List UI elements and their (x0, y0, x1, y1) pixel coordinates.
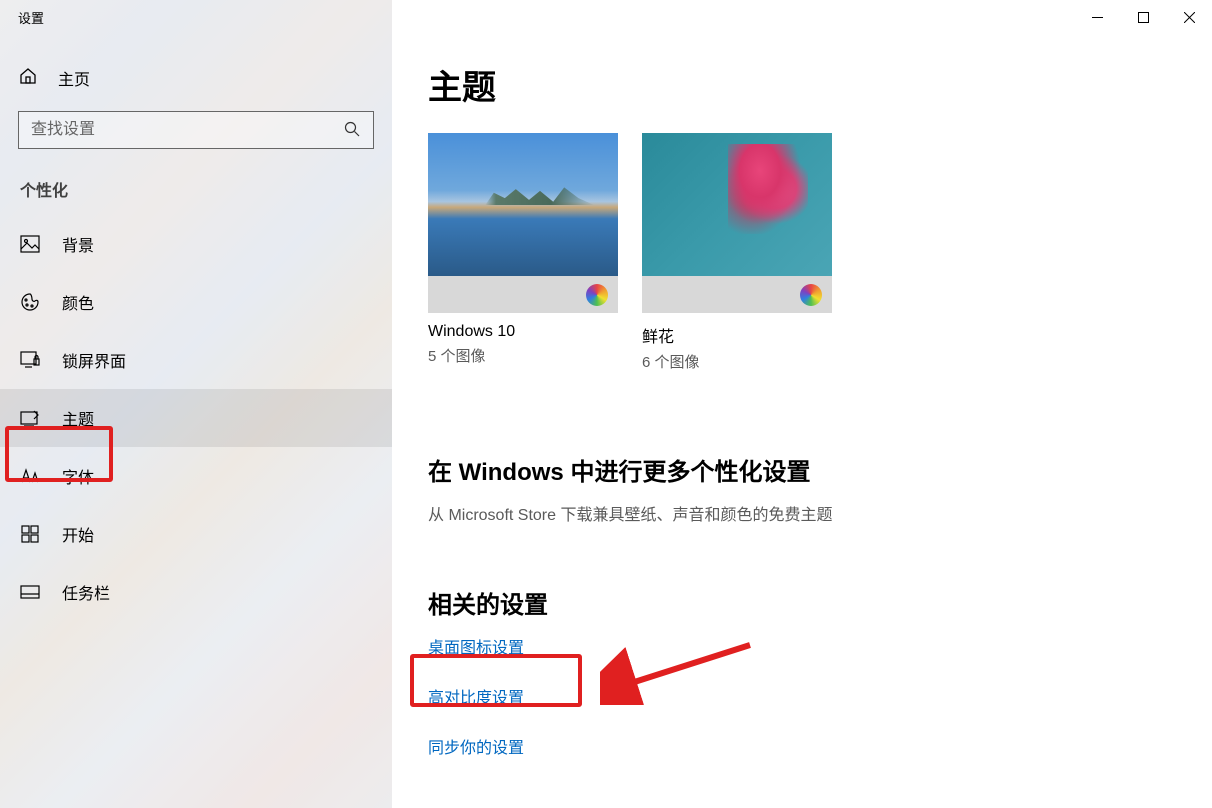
window-title: 设置 (0, 8, 44, 27)
theme-thumbnail (428, 133, 618, 276)
image-icon (20, 234, 40, 254)
sidebar: 主页 个性化 背景 颜色 锁屏界面 主题 (0, 0, 392, 808)
palette-icon (20, 292, 40, 312)
theme-name: Windows 10 (428, 323, 618, 341)
theme-thumbnail-wrap (428, 133, 618, 313)
sidebar-item-fonts[interactable]: 字体 (0, 447, 392, 505)
close-button[interactable] (1166, 0, 1212, 34)
sidebar-item-label: 主题 (62, 406, 94, 430)
related-links: 桌面图标设置 高对比度设置 同步你的设置 (428, 634, 1176, 758)
page-title: 主题 (428, 60, 1176, 109)
taskbar-icon (20, 582, 40, 602)
home-icon (18, 66, 38, 91)
sidebar-item-label: 锁屏界面 (62, 348, 126, 372)
minimize-button[interactable] (1074, 0, 1120, 34)
link-high-contrast[interactable]: 高对比度设置 (428, 684, 524, 708)
window-controls (1074, 0, 1212, 34)
sidebar-item-background[interactable]: 背景 (0, 215, 392, 273)
theme-count: 5 个图像 (428, 345, 618, 366)
search-icon (344, 121, 360, 141)
title-bar: 设置 (0, 0, 1212, 34)
sidebar-item-label: 颜色 (62, 290, 94, 314)
themes-icon (20, 408, 40, 428)
theme-thumbnail-wrap (642, 133, 832, 313)
content-area: 主题 Windows 10 5 个图像 鲜花 6 个图像 在 Windows 中… (392, 0, 1212, 808)
themes-grid: Windows 10 5 个图像 鲜花 6 个图像 (428, 133, 1176, 372)
more-heading: 在 Windows 中进行更多个性化设置 (428, 452, 1176, 487)
theme-thumbnail (642, 133, 832, 276)
theme-card[interactable]: 鲜花 6 个图像 (642, 133, 832, 372)
sidebar-item-start[interactable]: 开始 (0, 505, 392, 563)
sidebar-item-label: 字体 (62, 464, 94, 488)
link-sync-settings[interactable]: 同步你的设置 (428, 734, 524, 758)
section-title: 个性化 (0, 149, 392, 215)
sidebar-item-label: 背景 (62, 232, 94, 256)
maximize-button[interactable] (1120, 0, 1166, 34)
theme-count: 6 个图像 (642, 351, 832, 372)
sidebar-item-taskbar[interactable]: 任务栏 (0, 563, 392, 621)
color-wheel-icon (586, 284, 608, 306)
sidebar-item-themes[interactable]: 主题 (0, 389, 392, 447)
sidebar-item-lockscreen[interactable]: 锁屏界面 (0, 331, 392, 389)
sidebar-item-label: 开始 (62, 522, 94, 546)
theme-name: 鲜花 (642, 323, 832, 347)
related-heading: 相关的设置 (428, 585, 1176, 620)
nav-list: 背景 颜色 锁屏界面 主题 字体 开始 (0, 215, 392, 621)
sidebar-item-colors[interactable]: 颜色 (0, 273, 392, 331)
theme-card[interactable]: Windows 10 5 个图像 (428, 133, 618, 372)
color-wheel-icon (800, 284, 822, 306)
lockscreen-icon (20, 350, 40, 370)
search-wrap (0, 101, 392, 149)
link-desktop-icons[interactable]: 桌面图标设置 (428, 634, 524, 658)
start-icon (20, 524, 40, 544)
search-input[interactable] (18, 111, 374, 149)
home-label: 主页 (58, 66, 90, 90)
home-button[interactable]: 主页 (0, 55, 392, 101)
sidebar-item-label: 任务栏 (62, 580, 110, 604)
more-subtext: 从 Microsoft Store 下载兼具壁纸、声音和颜色的免费主题 (428, 501, 1176, 525)
font-icon (20, 466, 40, 486)
theme-bar (428, 276, 618, 313)
theme-bar (642, 276, 832, 313)
